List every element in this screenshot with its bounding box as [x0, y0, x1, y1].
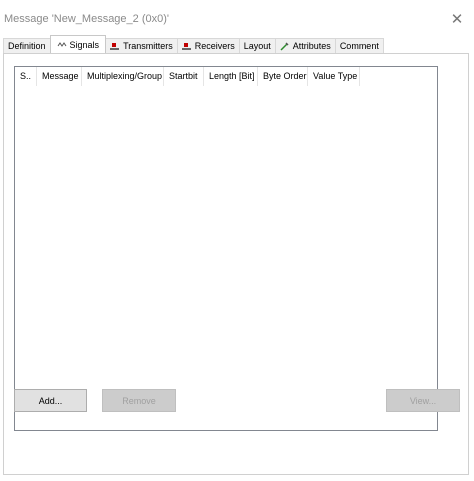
- tab-label: Signals: [69, 39, 100, 50]
- attributes-icon: [280, 41, 289, 51]
- tab-label: Attributes: [292, 41, 331, 51]
- close-icon: ✕: [450, 11, 464, 28]
- tab-label: Comment: [339, 41, 379, 51]
- signals-icon: [57, 40, 66, 49]
- window-title: Message 'New_Message_2 (0x0)': [4, 13, 169, 25]
- column-header-multiplexing-group[interactable]: Multiplexing/Group: [82, 67, 164, 86]
- column-header-message[interactable]: Message: [37, 67, 82, 86]
- column-header-byte-order[interactable]: Byte Order: [258, 67, 308, 86]
- tab-label: Receivers: [194, 41, 235, 51]
- tab-comment[interactable]: Comment: [334, 38, 384, 53]
- tab-transmitters[interactable]: Transmitters: [105, 38, 178, 53]
- tab-label: Transmitters: [123, 41, 173, 51]
- tab-definition[interactable]: Definition: [3, 38, 51, 53]
- tab-signals[interactable]: Signals: [49, 35, 107, 53]
- tab-receivers[interactable]: Receivers: [176, 38, 240, 53]
- tab-attributes[interactable]: Attributes: [274, 38, 336, 53]
- transmitter-icon: [110, 42, 120, 51]
- column-header-value-type[interactable]: Value Type: [308, 67, 360, 86]
- tab-layout[interactable]: Layout: [238, 38, 276, 53]
- tab-strip: Definition Signals Transmitters Receiver…: [3, 35, 384, 53]
- close-button[interactable]: ✕: [440, 0, 474, 38]
- column-header-startbit[interactable]: Startbit: [164, 67, 204, 86]
- column-header-length[interactable]: Length [Bit]: [204, 67, 258, 86]
- list-header: S.. Message Multiplexing/Group Startbit …: [15, 67, 437, 86]
- receiver-icon: [181, 42, 191, 51]
- add-button[interactable]: Add...: [14, 389, 87, 412]
- signals-list[interactable]: S.. Message Multiplexing/Group Startbit …: [14, 66, 438, 431]
- tab-label: Definition: [8, 41, 46, 51]
- column-header-s[interactable]: S..: [15, 67, 37, 86]
- remove-button[interactable]: Remove: [102, 389, 176, 412]
- title-bar: Message 'New_Message_2 (0x0)' ✕: [0, 0, 474, 38]
- view-button[interactable]: View...: [386, 389, 460, 412]
- tab-label: Layout: [243, 41, 271, 51]
